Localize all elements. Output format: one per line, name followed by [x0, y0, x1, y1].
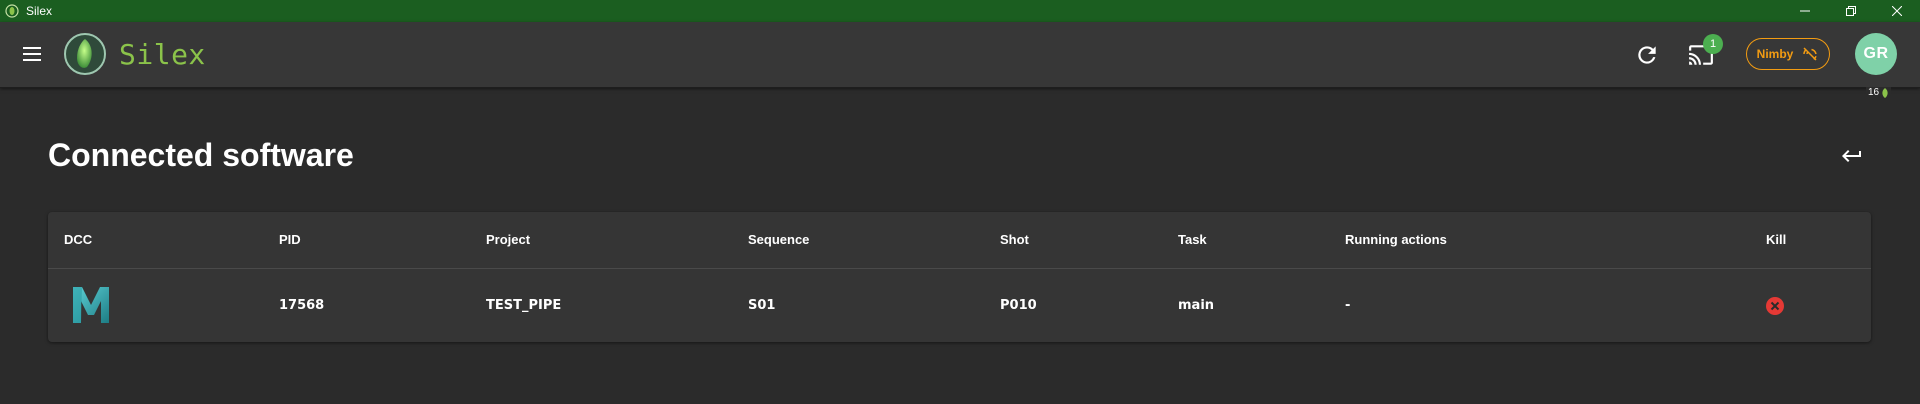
header-dcc: DCC — [64, 232, 93, 247]
cell-sequence: S01 — [748, 298, 776, 313]
window-titlebar: Silex — [0, 0, 1920, 22]
table-row: 17568 TEST_PIPE S01 P010 main - — [48, 269, 1871, 342]
user-level: 16 — [1868, 87, 1880, 98]
brand-name: Silex — [119, 38, 206, 71]
page-title: Connected software — [48, 137, 354, 173]
notification-badge: 1 — [1703, 34, 1723, 54]
app-header: Silex 1 Nimby GR 16 — [0, 22, 1920, 98]
cell-running-actions: - — [1345, 298, 1351, 313]
avatar[interactable]: GR — [1855, 33, 1897, 75]
kill-icon[interactable] — [1765, 296, 1785, 316]
header-task: Task — [1178, 232, 1207, 247]
silex-logo — [63, 32, 107, 76]
header-pid: PID — [279, 232, 301, 247]
table-header: DCC PID Project Sequence Shot Task Runni… — [48, 212, 1871, 269]
nimby-label: Nimby — [1756, 47, 1794, 61]
header-running-actions: Running actions — [1345, 232, 1447, 247]
menu-icon[interactable] — [20, 42, 44, 66]
nimby-off-icon — [1803, 47, 1818, 61]
window-controls — [1782, 0, 1920, 22]
cell-shot: P010 — [1000, 298, 1037, 313]
header-project: Project — [486, 232, 531, 247]
header-sequence: Sequence — [748, 232, 810, 247]
user-level-badge: 16 — [1866, 87, 1892, 98]
window-title: Silex — [26, 4, 53, 18]
restore-button[interactable] — [1828, 0, 1874, 22]
app-icon — [4, 3, 20, 19]
maya-icon — [70, 285, 112, 325]
close-button[interactable] — [1874, 0, 1920, 22]
minimize-button[interactable] — [1782, 0, 1828, 22]
nimby-toggle[interactable]: Nimby — [1746, 38, 1830, 70]
back-icon[interactable] — [1840, 144, 1864, 168]
refresh-icon[interactable] — [1634, 42, 1660, 68]
connected-software-table: DCC PID Project Sequence Shot Task Runni… — [48, 212, 1871, 342]
cell-pid: 17568 — [279, 298, 325, 313]
header-kill: Kill — [1766, 232, 1787, 247]
cell-project: TEST_PIPE — [486, 298, 562, 313]
leaf-icon — [1882, 87, 1888, 98]
cell-task: main — [1178, 298, 1215, 313]
header-shot: Shot — [1000, 232, 1029, 247]
